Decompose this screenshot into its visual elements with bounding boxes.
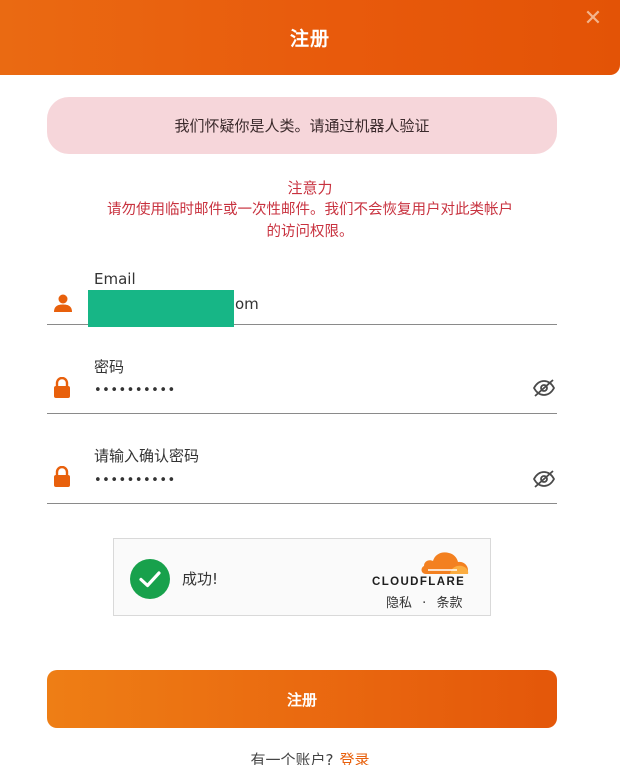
confirm-password-input[interactable]: •••••••••• [94,473,176,488]
login-prompt-text: 有一个账户? [250,751,334,765]
notice-title: 注意力 [287,179,333,197]
email-redaction [88,290,234,327]
confirm-password-underline [47,503,557,504]
password-field[interactable]: 密码 •••••••••• [47,353,557,414]
eye-off-icon[interactable] [532,378,556,398]
confirm-password-label: 请输入确认密码 [94,447,200,465]
alert-text: 我们怀疑你是人类。请通过机器人验证 [174,117,430,135]
user-icon [54,294,72,312]
close-icon[interactable]: ✕ [582,8,604,30]
cloudflare-captcha-widget[interactable]: 成功! CLOUDFLARE 隐私 · 条款 [113,538,491,616]
privacy-link[interactable]: 隐私 [386,596,412,611]
password-input[interactable]: •••••••••• [94,383,176,398]
captcha-status: 成功! [182,570,219,588]
cloudflare-logo-text: CLOUDFLARE [372,576,466,588]
page-title: 注册 [289,28,330,50]
robot-check-alert: 我们怀疑你是人类。请通过机器人验证 [47,97,557,154]
lock-icon [54,377,70,398]
email-input[interactable]: om [235,295,259,313]
eye-off-icon[interactable] [532,469,556,489]
password-label: 密码 [94,358,125,376]
cloudflare-links: 隐私 · 条款 [386,592,462,611]
confirm-password-field[interactable]: 请输入确认密码 •••••••••• [47,442,557,504]
email-label: Email [94,270,136,288]
login-link[interactable]: 登录 [339,751,369,765]
register-button[interactable]: 注册 [47,670,557,728]
terms-link[interactable]: 条款 [436,596,462,611]
link-separator: · [422,596,427,611]
checkmark-icon [130,559,170,599]
notice-block: 注意力 请勿使用临时邮件或一次性邮件。我们不会恢复用户对此类帐户 的访问权限。 [40,177,580,243]
notice-line-1: 请勿使用临时邮件或一次性邮件。我们不会恢复用户对此类帐户 [107,202,513,218]
notice-line-2: 的访问权限。 [266,224,354,240]
login-prompt: 有一个账户? 登录 [0,749,620,765]
lock-icon [54,466,70,487]
cloudflare-cloud-icon [421,552,469,574]
header-bar: 注册 ✕ [0,0,620,75]
password-underline [47,413,557,414]
email-value-suffix: om [235,295,259,313]
register-button-label: 注册 [286,690,317,709]
